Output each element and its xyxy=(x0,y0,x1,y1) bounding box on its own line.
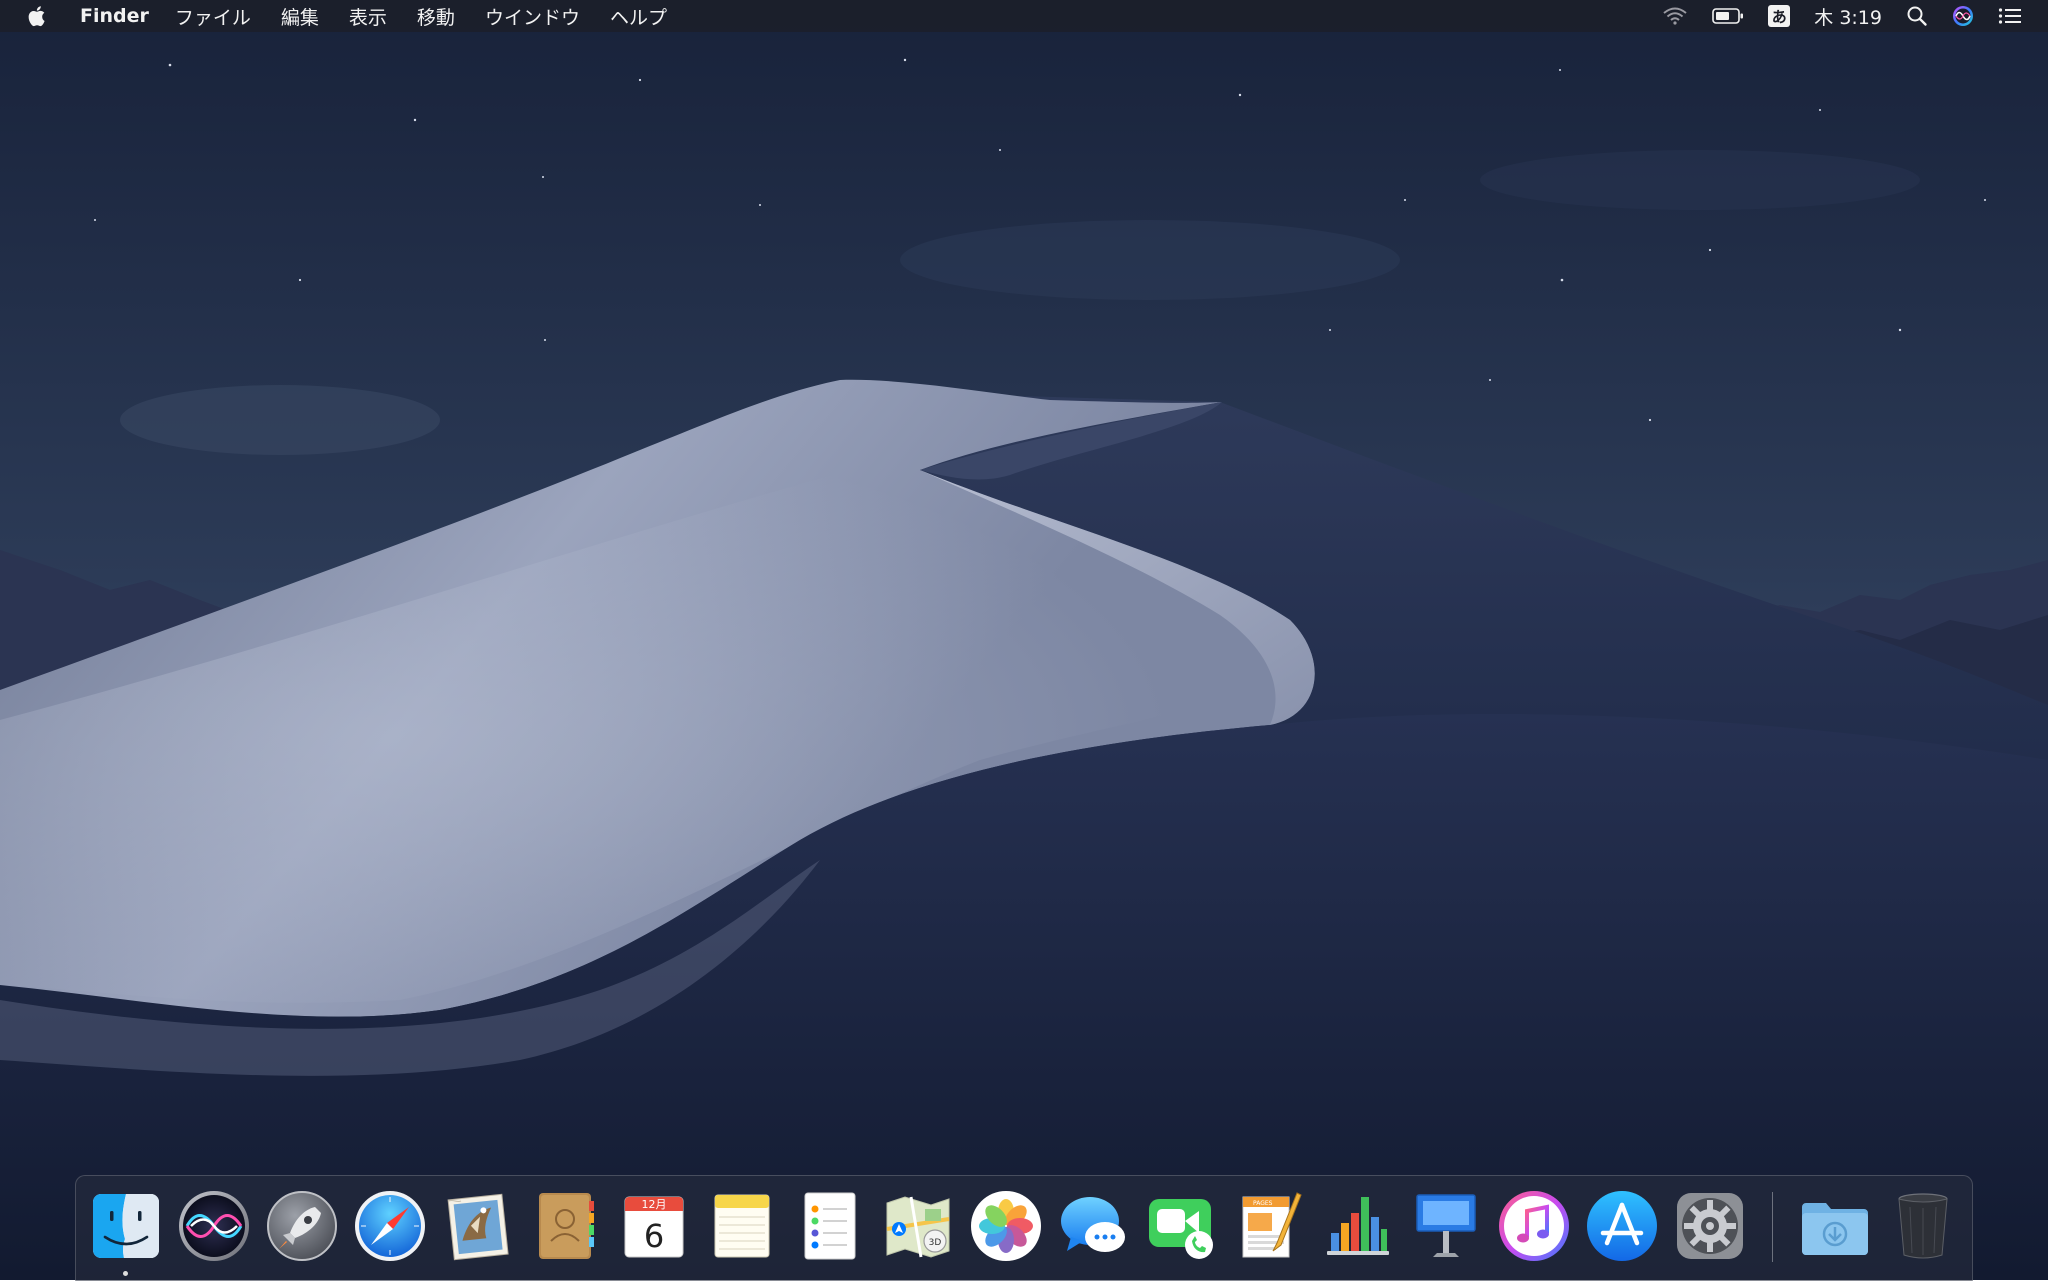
input-method-label: あ xyxy=(1768,5,1791,27)
menu-help[interactable]: ヘルプ xyxy=(610,3,667,30)
calendar-day-label: 6 xyxy=(644,1217,664,1255)
dock-contacts-icon[interactable] xyxy=(529,1189,603,1263)
apple-icon[interactable] xyxy=(28,5,48,27)
finder-running-indicator xyxy=(123,1271,128,1276)
dock-numbers-icon[interactable] xyxy=(1321,1189,1395,1263)
dock-reminders-icon[interactable] xyxy=(793,1189,867,1263)
dock-safari-icon[interactable] xyxy=(353,1189,427,1263)
maps-3d-label: 3D xyxy=(929,1238,942,1248)
siri-icon[interactable] xyxy=(1952,5,1974,27)
menu-file[interactable]: ファイル xyxy=(175,3,251,30)
dock-siri-icon[interactable] xyxy=(177,1189,251,1263)
dock-mail-icon[interactable] xyxy=(441,1189,515,1263)
dock-launchpad-icon[interactable] xyxy=(265,1189,339,1263)
notification-center-icon[interactable] xyxy=(1998,7,2022,25)
dock-pages-icon[interactable]: PAGES xyxy=(1233,1189,1307,1263)
desktop-wallpaper xyxy=(0,0,2048,1280)
calendar-month-label: 12月 xyxy=(642,1198,667,1211)
menu-go[interactable]: 移動 xyxy=(417,3,455,30)
dock: 12月 6 3D PAGES xyxy=(75,1175,1973,1281)
dock-notes-icon[interactable] xyxy=(705,1189,779,1263)
dock-photos-icon[interactable] xyxy=(969,1189,1043,1263)
input-method-icon[interactable]: あ xyxy=(1768,5,1791,27)
menu-edit[interactable]: 編集 xyxy=(281,3,319,30)
dock-maps-icon[interactable]: 3D xyxy=(881,1189,955,1263)
wifi-icon[interactable] xyxy=(1662,6,1688,26)
menu-bar: Finder ファイル 編集 表示 移動 ウインドウ ヘルプ あ 木 3:19 xyxy=(0,0,2048,32)
dock-system-preferences-icon[interactable] xyxy=(1673,1189,1747,1263)
menu-app-finder[interactable]: Finder xyxy=(80,5,149,27)
dock-itunes-icon[interactable] xyxy=(1497,1189,1571,1263)
menu-clock[interactable]: 木 3:19 xyxy=(1814,3,1882,30)
dock-app-store-icon[interactable] xyxy=(1585,1189,1659,1263)
dock-facetime-icon[interactable] xyxy=(1145,1189,1219,1263)
menu-window[interactable]: ウインドウ xyxy=(485,3,580,30)
dock-calendar-icon[interactable]: 12月 6 xyxy=(617,1189,691,1263)
pages-label: PAGES xyxy=(1253,1200,1273,1207)
spotlight-icon[interactable] xyxy=(1906,5,1928,27)
dock-keynote-icon[interactable] xyxy=(1409,1189,1483,1263)
menu-view[interactable]: 表示 xyxy=(349,3,387,30)
battery-icon[interactable] xyxy=(1712,7,1744,25)
dock-separator xyxy=(1772,1192,1773,1262)
dock-trash-icon[interactable] xyxy=(1886,1189,1960,1263)
dock-messages-icon[interactable] xyxy=(1057,1189,1131,1263)
dock-finder-icon[interactable] xyxy=(89,1189,163,1263)
dock-downloads-icon[interactable] xyxy=(1798,1189,1872,1263)
